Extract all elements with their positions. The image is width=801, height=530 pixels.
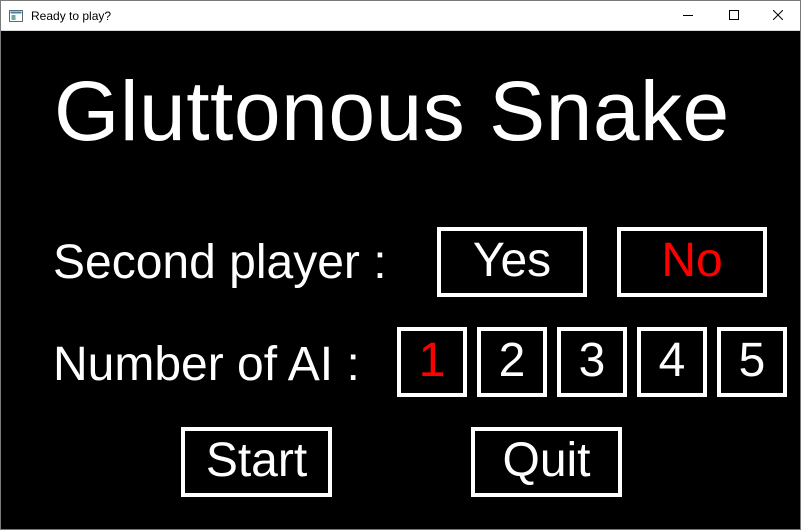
ai-count-5-button[interactable]: 5: [717, 327, 787, 397]
ai-count-label: Number of AI :: [53, 338, 360, 391]
close-icon: [772, 7, 784, 25]
game-menu: Gluttonous Snake Second player : Yes No …: [1, 31, 800, 529]
game-window: Ready to play? Gluttonous Snake Second p…: [0, 0, 801, 530]
second-player-no-button[interactable]: No: [617, 227, 767, 297]
window-title: Ready to play?: [31, 9, 112, 23]
minimize-button[interactable]: [665, 1, 711, 30]
close-button[interactable]: [755, 1, 801, 30]
start-button[interactable]: Start: [181, 427, 332, 497]
maximize-icon: [729, 7, 739, 25]
second-player-label: Second player :: [53, 236, 387, 289]
game-title: Gluttonous Snake: [54, 64, 730, 158]
minimize-icon: [683, 7, 693, 25]
ai-count-3-button[interactable]: 3: [557, 327, 627, 397]
title-bar[interactable]: Ready to play?: [1, 1, 800, 31]
ai-count-2-button[interactable]: 2: [477, 327, 547, 397]
quit-button[interactable]: Quit: [471, 427, 622, 497]
ai-count-1-button[interactable]: 1: [397, 327, 467, 397]
app-window-icon: [9, 9, 23, 22]
maximize-button[interactable]: [711, 1, 757, 30]
second-player-yes-button[interactable]: Yes: [437, 227, 587, 297]
ai-count-4-button[interactable]: 4: [637, 327, 707, 397]
